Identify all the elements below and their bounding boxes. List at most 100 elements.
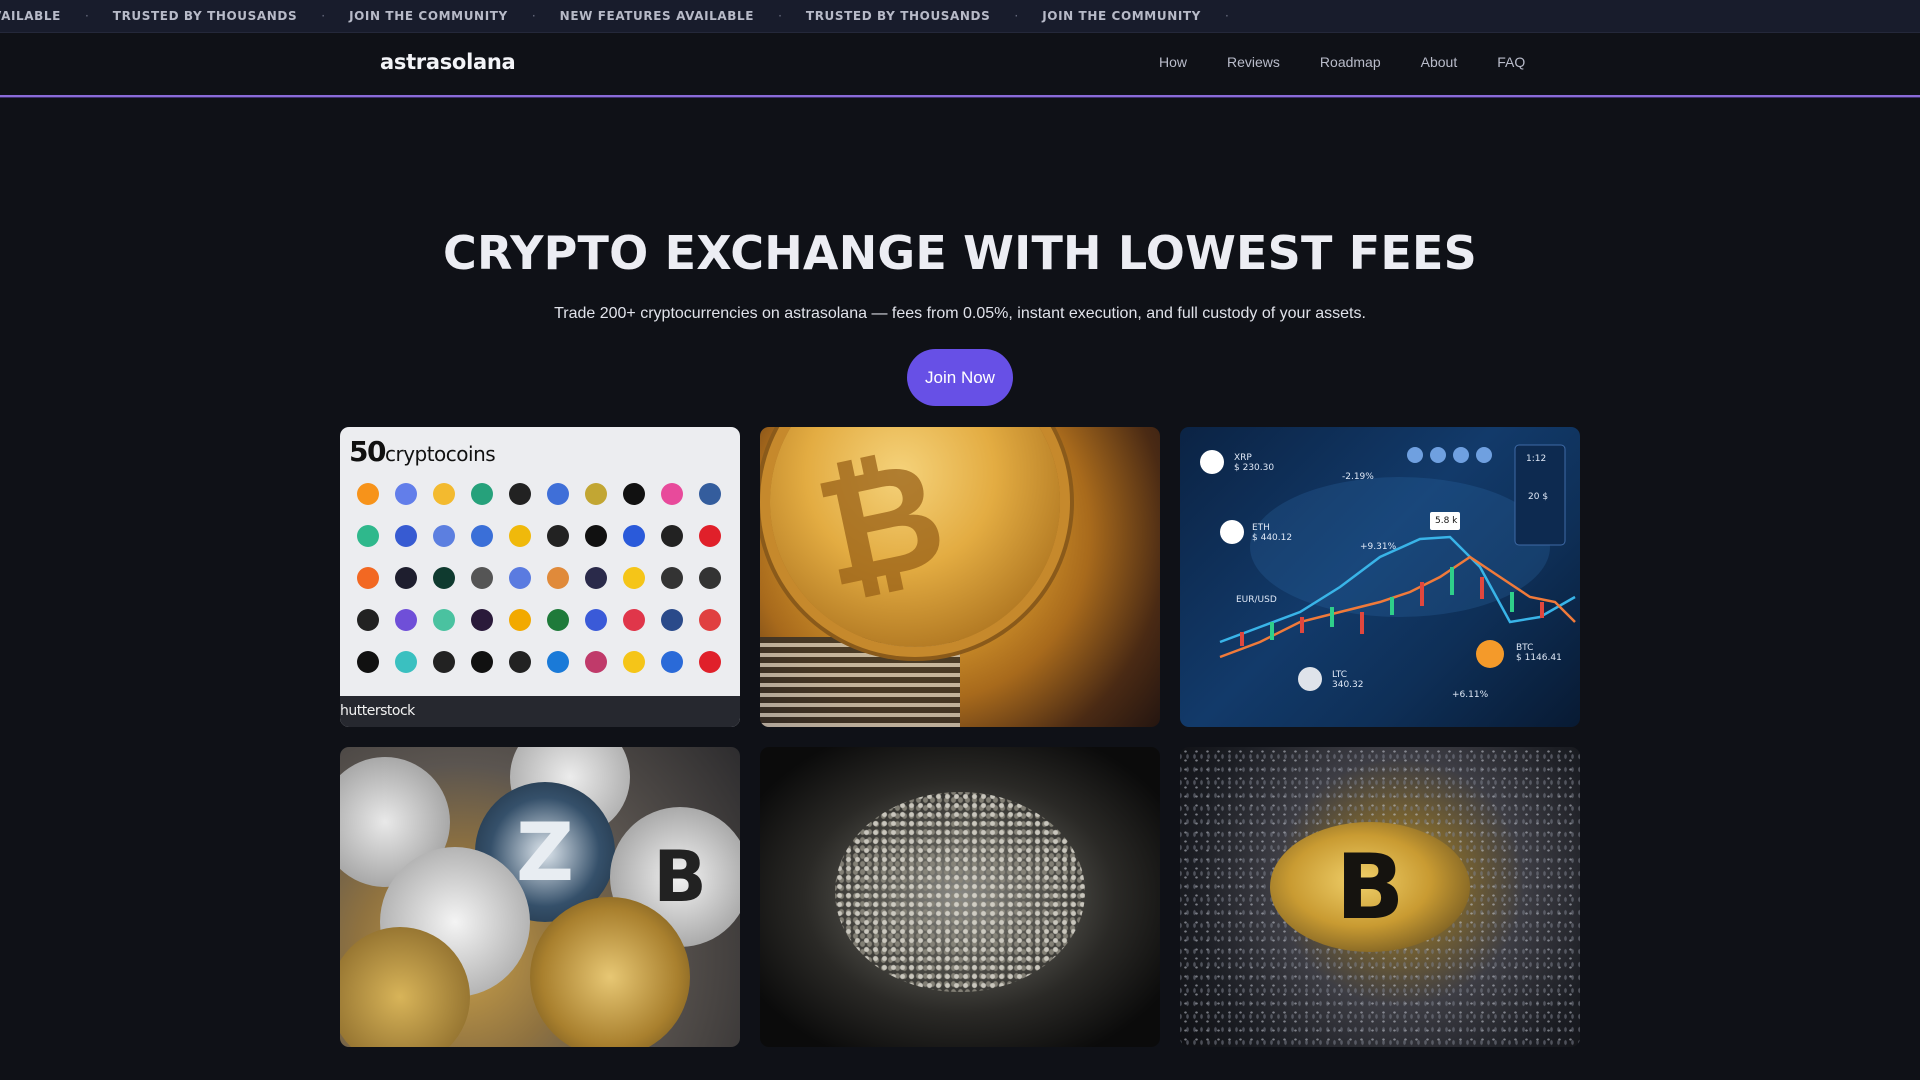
coin-cell [349, 561, 387, 603]
ltc-icon [1298, 667, 1322, 691]
crypto-coin-icon [585, 567, 607, 589]
xrp-label: XRP [1234, 453, 1252, 463]
coin-cell [349, 519, 387, 561]
btc-price: $ 1146.41 [1516, 653, 1562, 663]
crypto-coin-icon [357, 525, 379, 547]
ticker-item: TRUSTED BY THOUSANDS [805, 9, 991, 23]
ticker-item: TRUSTED BY THOUSANDS [112, 9, 298, 23]
pct-change-2: +9.31% [1360, 542, 1397, 552]
coin-cell [501, 645, 539, 687]
coin-cell [691, 561, 729, 603]
crypto-coin-icon [433, 651, 455, 673]
crypto-coin-icon [623, 525, 645, 547]
crypto-coin-icon [623, 609, 645, 631]
crypto-coin-icon [699, 651, 721, 673]
coin-cell [539, 561, 577, 603]
crypto-coin-icon [661, 651, 683, 673]
nav-link-about[interactable]: About [1421, 54, 1458, 70]
coin-cell [653, 561, 691, 603]
ticker-item: NEW FEATURES AVAILABLE [559, 9, 755, 23]
ticker-separator: · [1224, 9, 1229, 23]
ticker-item: JOIN THE COMMUNITY [1042, 9, 1201, 23]
crypto-coin-icon [661, 525, 683, 547]
nav-links: How Reviews Roadmap About FAQ [1159, 54, 1565, 70]
coin-cell [539, 645, 577, 687]
crypto-coin-icon [357, 567, 379, 589]
crypto-coin-icon [509, 609, 531, 631]
crypto-coin-icon [661, 483, 683, 505]
crypto-coin-icon [471, 567, 493, 589]
coin-cell [691, 519, 729, 561]
ticker-separator: · [531, 9, 536, 23]
coin-cell [577, 645, 615, 687]
coin-cell [425, 561, 463, 603]
crypto-coin-icon [699, 483, 721, 505]
ticker-separator: · [321, 9, 326, 23]
eth-label: ETH [1252, 523, 1270, 533]
toolbar-dot-icon [1476, 447, 1492, 463]
coin-cell [615, 477, 653, 519]
xrp-price: $ 230.30 [1234, 463, 1275, 473]
coin-cell [387, 519, 425, 561]
coin-cell [463, 519, 501, 561]
coin-cell [615, 519, 653, 561]
crypto-coin-icon [623, 483, 645, 505]
coin-cell [463, 645, 501, 687]
gallery-image-coin-heap [760, 747, 1160, 1047]
crypto-coin-icon [357, 609, 379, 631]
stock-watermark-text: hutterstock [340, 703, 415, 719]
coin-cell [425, 477, 463, 519]
crypto-coin-icon [585, 525, 607, 547]
crypto-coin-icon [699, 567, 721, 589]
announcement-ticker: VAILABLE · TRUSTED BY THOUSANDS · JOIN T… [0, 0, 1920, 33]
coin-cell [539, 477, 577, 519]
crypto-coin-icon [509, 483, 531, 505]
stock-watermark-bar: hutterstock [340, 696, 740, 727]
ticker-item: JOIN THE COMMUNITY [349, 9, 508, 23]
crypto-coin-icon [547, 651, 569, 673]
crypto-coin-icon [661, 609, 683, 631]
crypto-coin-icon [395, 651, 417, 673]
crypto-coin-icon [623, 567, 645, 589]
ticker-separator: · [778, 9, 782, 23]
coin-cell [425, 603, 463, 645]
nav-link-reviews[interactable]: Reviews [1227, 54, 1280, 70]
crypto-coin-icon [395, 609, 417, 631]
brand-logo-link[interactable]: astrasolana [380, 50, 516, 74]
crypto-coin-icon [509, 525, 531, 547]
coin-cell [615, 561, 653, 603]
eth-price: $ 440.12 [1252, 533, 1293, 543]
btc-label: BTC [1516, 643, 1534, 653]
crypto-coin-icon [699, 525, 721, 547]
join-now-button[interactable]: Join Now [907, 349, 1013, 406]
coin-cell [349, 645, 387, 687]
crypto-coin-icon [585, 609, 607, 631]
eurusd-label: EUR/USD [1236, 595, 1277, 605]
crypto-coin-icon [357, 483, 379, 505]
nav-link-how[interactable]: How [1159, 54, 1187, 70]
crypto-coin-icon [585, 651, 607, 673]
ltc-price: 340.32 [1332, 680, 1364, 690]
toolbar-dot-icon [1407, 447, 1423, 463]
ticker-track: VAILABLE · TRUSTED BY THOUSANDS · JOIN T… [0, 0, 1253, 32]
crypto-coin-icon [433, 567, 455, 589]
crypto-coin-icon [357, 651, 379, 673]
crypto-coin-icon [395, 483, 417, 505]
cryptocoins-count: 50 [349, 435, 386, 468]
coin-cell [653, 645, 691, 687]
cryptocoins-heading: 50cryptocoins [349, 435, 496, 468]
crypto-coin-icon [585, 483, 607, 505]
nav-link-roadmap[interactable]: Roadmap [1320, 54, 1381, 70]
crypto-coin-icon [433, 609, 455, 631]
nav-link-faq[interactable]: FAQ [1497, 54, 1525, 70]
coin-cell [425, 519, 463, 561]
cryptocoins-title: cryptocoins [384, 442, 496, 466]
crypto-coin-icon [395, 567, 417, 589]
litecoin-gold-coin-icon [530, 897, 690, 1047]
panel-ratio: 1:12 [1526, 454, 1547, 464]
coin-cell [387, 561, 425, 603]
crypto-coin-icon [509, 567, 531, 589]
ticker-separator: · [1014, 9, 1019, 23]
coin-cell [387, 477, 425, 519]
pct-change-3: +6.11% [1452, 690, 1489, 700]
